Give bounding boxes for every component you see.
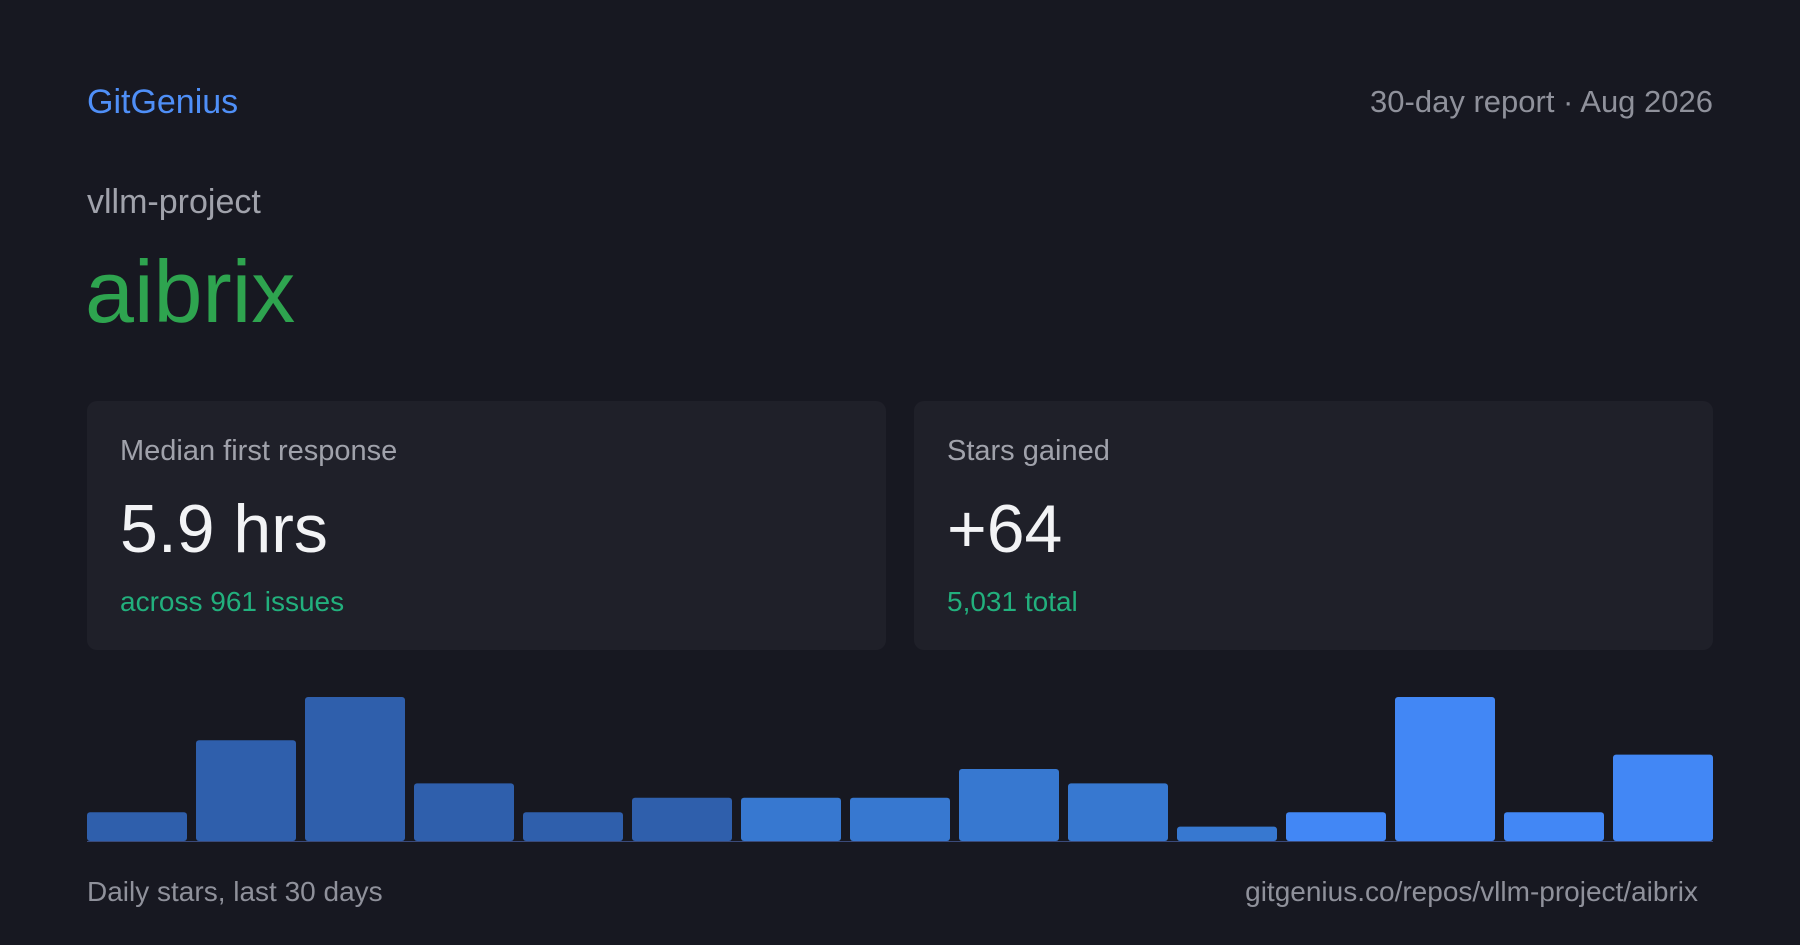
brand-logo-text: GitGenius [87, 83, 239, 121]
card-subtext: 5,031 total [947, 586, 1078, 617]
chart-bar [523, 812, 623, 841]
chart-bar [741, 797, 841, 841]
card-label: Median first response [120, 435, 398, 467]
chart-bar [850, 797, 950, 841]
chart-bar [87, 812, 187, 841]
repo-owner: vllm-project [87, 183, 261, 221]
chart-bar [1613, 754, 1713, 841]
chart-caption: Daily stars, last 30 days [87, 876, 383, 907]
card-label: Stars gained [947, 435, 1110, 467]
chart-bar [1068, 783, 1168, 841]
chart-bar [1395, 697, 1495, 841]
chart-bar [305, 697, 405, 841]
chart-bar [414, 783, 514, 841]
chart-bar [1177, 826, 1277, 841]
repo-url: gitgenius.co/repos/vllm-project/aibrix [1245, 876, 1698, 907]
chart-bar [1286, 812, 1386, 841]
daily-stars-chart [87, 697, 1713, 842]
card-value: 5.9 hrs [120, 491, 328, 567]
report-period: 30-day report · Aug 2026 [1370, 84, 1713, 119]
chart-bar [1504, 812, 1604, 841]
chart-bar [959, 769, 1059, 841]
card-subtext: across 961 issues [120, 586, 345, 617]
chart-bar [632, 797, 732, 841]
repo-name: aibrix [85, 242, 296, 341]
stars-gained-card: Stars gained +64 5,031 total [914, 401, 1713, 650]
chart-bar [196, 740, 296, 841]
card-value: +64 [947, 491, 1063, 567]
median-response-card: Median first response 5.9 hrs across 961… [87, 401, 886, 650]
